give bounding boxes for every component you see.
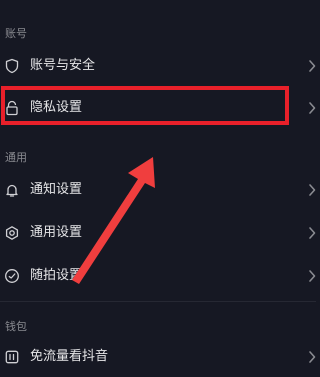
row-privacy-settings[interactable]: 隐私设置 [0,88,316,128]
chevron-right-icon [308,226,316,240]
row-account-security[interactable]: 账号与安全 [0,46,316,86]
top-partial-glyph: ⌃ [148,0,172,6]
row-label: 随拍设置 [30,268,83,283]
section-label-wallet: 钱包 [5,320,27,333]
chevron-right-icon [308,269,316,283]
row-general-settings[interactable]: 通用设置 [0,213,316,253]
section-label-account: 账号 [5,27,27,40]
data-card-icon [4,349,20,365]
chevron-right-icon [308,350,316,364]
circle-check-icon [4,268,20,284]
row-notification-settings[interactable]: 通知设置 [0,170,316,210]
row-snap-settings[interactable]: 随拍设置 [0,256,316,296]
row-label: 账号与安全 [30,58,96,73]
row-label: 免流量看抖音 [30,349,109,364]
row-label: 通知设置 [30,182,83,197]
row-label: 隐私设置 [30,100,83,115]
chevron-right-icon [308,101,316,115]
shield-icon [4,58,20,74]
row-label: 通用设置 [30,225,83,240]
chevron-right-icon [308,183,316,197]
section-label-general: 通用 [5,151,27,164]
lock-icon [4,100,20,116]
section-divider [0,301,316,302]
row-free-data[interactable]: 免流量看抖音 [0,337,316,377]
bell-icon [4,182,20,198]
chevron-right-icon [308,59,316,73]
gear-icon [4,225,20,241]
